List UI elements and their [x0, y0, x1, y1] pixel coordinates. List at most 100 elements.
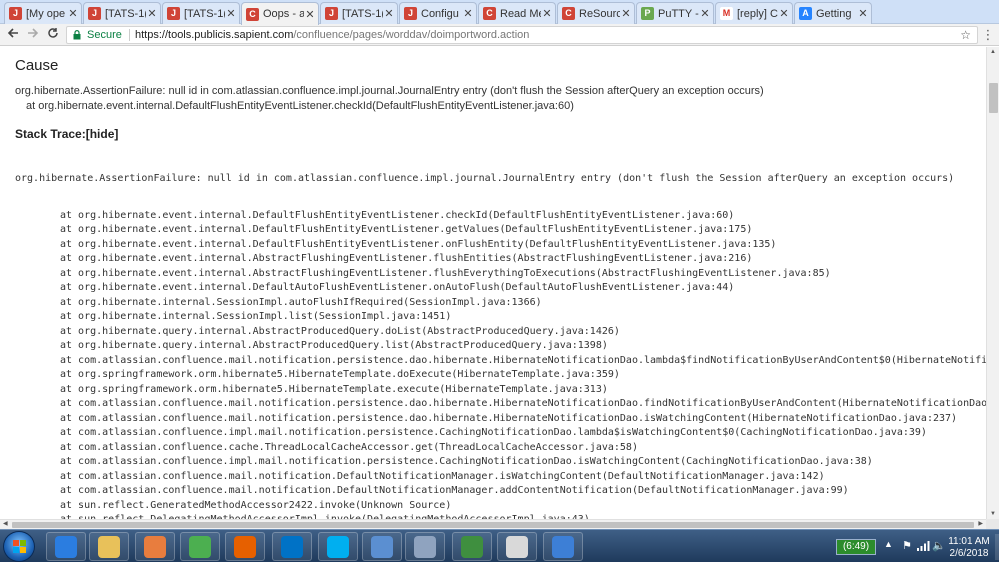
tab-title: [My ope [26, 7, 66, 20]
browser-tab[interactable]: A Getting ✕ [794, 2, 872, 24]
scrollbar-corner [986, 519, 999, 529]
taskbar-app-button[interactable] [318, 532, 358, 561]
bookmark-star-icon[interactable]: ☆ [960, 27, 971, 43]
file-explorer-icon [98, 535, 120, 558]
browser-tab[interactable]: C ReSourc ✕ [557, 2, 635, 24]
battery-indicator[interactable]: (6:49) [836, 539, 876, 555]
trace-frame: at org.hibernate.internal.SessionImpl.au… [60, 296, 542, 308]
cause-message: org.hibernate.AssertionFailure: null id … [15, 85, 764, 97]
tab-close-icon[interactable]: ✕ [304, 8, 316, 21]
browser-window: J [My ope ✕ J [TATS-1(✕ J [TATS-1(✕ C Oops - a ✕ J… [0, 0, 999, 562]
tab-close-icon[interactable]: ✕ [225, 7, 237, 20]
tab-close-icon[interactable]: ✕ [857, 7, 869, 20]
forward-arrow-icon [28, 28, 39, 38]
back-button[interactable] [4, 26, 22, 44]
horizontal-scrollbar[interactable]: ◀ ▶ [0, 519, 986, 529]
tab-close-icon[interactable]: ✕ [620, 7, 632, 20]
browser-menu-icon[interactable]: ⋮ [981, 26, 995, 44]
clock-date: 2/6/2018 [949, 548, 989, 559]
stack-trace-heading[interactable]: Stack Trace:[hide] [15, 127, 118, 141]
vertical-scrollbar[interactable]: ▲ ▼ [986, 47, 999, 519]
trace-frame: at org.hibernate.event.internal.Abstract… [60, 267, 831, 279]
tab-close-icon[interactable]: ✕ [778, 7, 790, 20]
tab-title: [TATS-1( [342, 7, 383, 20]
chrome-icon [189, 535, 211, 558]
tab-close-icon[interactable]: ✕ [146, 7, 158, 20]
trace-frame: at com.atlassian.confluence.mail.notific… [60, 354, 986, 366]
browser-tab[interactable]: J Configu ✕ [399, 2, 477, 24]
firefox-icon [234, 535, 256, 558]
scroll-up-icon[interactable]: ▲ [990, 49, 996, 55]
excel-chart-icon [461, 535, 483, 558]
browser-tab[interactable]: J [TATS-1(✕ [162, 2, 240, 24]
browser-tab[interactable]: J [TATS-1(✕ [83, 2, 161, 24]
page-content: Cause org.hibernate.AssertionFailure: nu… [0, 47, 986, 519]
browser-tab[interactable]: C Oops - a ✕ [241, 2, 319, 25]
cause-heading: Cause [15, 57, 59, 74]
jira-icon: J [325, 7, 338, 20]
jira-icon: J [404, 7, 417, 20]
vpn-icon [552, 535, 574, 558]
outlook-icon [281, 535, 303, 558]
stack-trace: org.hibernate.AssertionFailure: null id … [15, 150, 986, 519]
browser-tab[interactable]: C Read Me ✕ [478, 2, 556, 24]
tab-close-icon[interactable]: ✕ [699, 7, 711, 20]
trace-frame: at com.atlassian.confluence.cache.Thread… [60, 441, 638, 453]
url-host: https://tools.publicis.sapient.com [135, 29, 294, 41]
trace-frame: at org.hibernate.event.internal.DefaultF… [60, 238, 777, 250]
vertical-scroll-thumb[interactable] [989, 83, 998, 113]
taskbar-app-button[interactable] [543, 532, 583, 561]
taskbar-app-button[interactable] [272, 532, 312, 561]
internet-explorer-icon [55, 535, 77, 558]
browser-tab[interactable]: J [My ope ✕ [4, 2, 82, 24]
trace-first-line: org.hibernate.AssertionFailure: null id … [15, 173, 955, 184]
show-hidden-icons-icon[interactable]: ▲ [884, 539, 893, 549]
tab-close-icon[interactable]: ✕ [541, 7, 553, 20]
show-desktop-button[interactable] [995, 534, 999, 560]
browser-tab[interactable]: P PuTTY - ✕ [636, 2, 714, 24]
tab-close-icon[interactable]: ✕ [67, 7, 79, 20]
scroll-left-icon[interactable]: ◀ [3, 520, 8, 527]
browser-tab[interactable]: J [TATS-1(✕ [320, 2, 398, 24]
taskbar-app-button[interactable] [405, 532, 445, 561]
horizontal-scroll-thumb[interactable] [12, 522, 974, 528]
toolbar: Secure https://tools.publicis.sapient.co… [0, 24, 999, 46]
browser-tab[interactable]: M [reply] C ✕ [715, 2, 793, 24]
taskbar-app-button[interactable] [452, 532, 492, 561]
taskbar-app-button[interactable] [46, 532, 86, 561]
trace-frame: at com.atlassian.confluence.impl.mail.no… [60, 456, 873, 467]
taskbar-app-button[interactable] [180, 532, 220, 561]
trace-frame: at com.atlassian.confluence.impl.mail.no… [60, 427, 927, 438]
network-icon[interactable] [916, 540, 930, 552]
scroll-down-icon[interactable]: ▼ [990, 511, 996, 517]
taskbar-app-button[interactable] [135, 532, 175, 561]
tab-strip: J [My ope ✕ J [TATS-1(✕ J [TATS-1(✕ C Oops - a ✕ J… [0, 0, 999, 25]
trace-frame: at org.springframework.orm.hibernate5.Hi… [60, 383, 608, 395]
jira-icon: J [167, 7, 180, 20]
forward-button[interactable] [24, 26, 42, 44]
trace-frame: at com.atlassian.confluence.mail.notific… [60, 398, 986, 409]
tab-title: Configu [421, 7, 459, 20]
clock-time: 11:01 AM [948, 536, 990, 547]
scroll-right-icon[interactable]: ▶ [978, 520, 983, 527]
taskbar-app-button[interactable] [497, 532, 537, 561]
trace-frame: at org.springframework.orm.hibernate5.Hi… [60, 369, 620, 380]
taskbar-app-button[interactable] [362, 532, 402, 561]
clock[interactable]: 11:01 AM 2/6/2018 [944, 536, 994, 560]
taskbar-app-button[interactable] [225, 532, 265, 561]
address-bar[interactable]: Secure https://tools.publicis.sapient.co… [66, 26, 978, 44]
taskbar-app-button[interactable] [89, 532, 129, 561]
start-button[interactable] [3, 531, 35, 562]
tab-title: Getting [816, 7, 852, 20]
action-center-flag-icon[interactable]: ⚑ [902, 539, 912, 552]
confluence-icon: C [483, 7, 496, 20]
secure-label: Secure [87, 29, 122, 41]
tab-close-icon[interactable]: ✕ [383, 7, 395, 20]
tab-close-icon[interactable]: ✕ [462, 7, 474, 20]
jira-icon: J [88, 7, 101, 20]
tab-title: Read Me [500, 7, 541, 20]
reload-button[interactable] [44, 26, 62, 44]
trace-frame: at org.hibernate.query.internal.Abstract… [60, 340, 608, 351]
url-text: https://tools.publicis.sapient.com/confl… [135, 27, 529, 43]
gmail-icon: M [720, 7, 733, 20]
